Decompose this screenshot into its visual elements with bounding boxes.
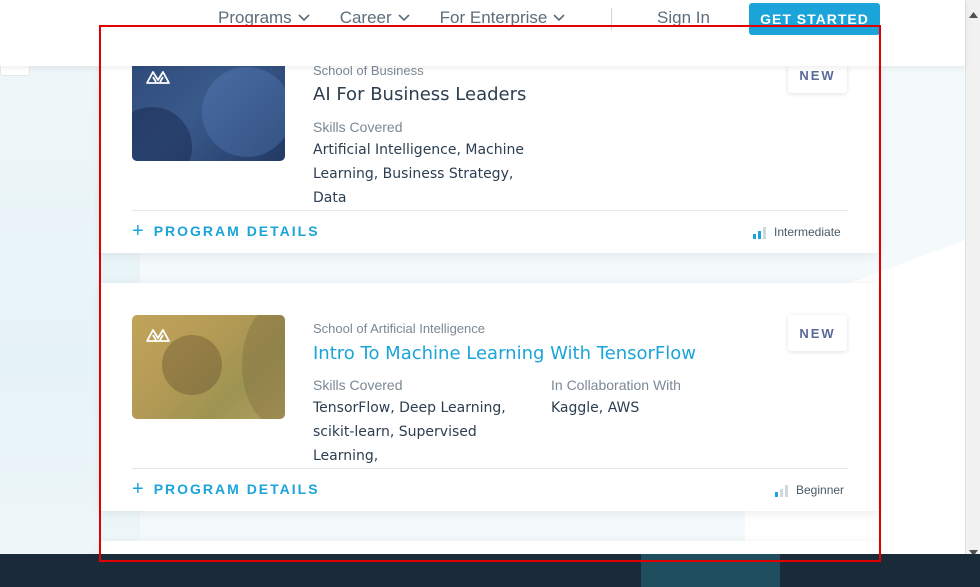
scroll-track[interactable] [969, 20, 978, 530]
nav-divider [611, 8, 612, 30]
chevron-down-icon [553, 14, 565, 22]
side-tab[interactable] [0, 66, 30, 76]
card-divider [132, 210, 848, 211]
collaboration-partners: Kaggle, AWS [551, 400, 640, 416]
nav-career[interactable]: Career [340, 8, 410, 28]
nav-for-enterprise[interactable]: For Enterprise [440, 8, 566, 28]
nav-enterprise-label: For Enterprise [439, 8, 548, 27]
plus-icon: + [132, 478, 144, 500]
chevron-down-icon [398, 14, 410, 22]
program-details-label: PROGRAM DETAILS [153, 481, 320, 497]
level-bar [775, 492, 778, 497]
level-bar [785, 485, 788, 497]
main-nav: Programs Career For Enterprise [218, 8, 565, 28]
level-bars-icon [775, 485, 788, 497]
skills-heading: Skills Covered [313, 377, 403, 393]
program-details-label: PROGRAM DETAILS [153, 223, 320, 239]
skills-list: Artificial Intelligence, Machine Learnin… [313, 142, 524, 206]
card-divider [132, 468, 848, 469]
top-header: Programs Career For Enterprise Sign In G… [0, 0, 965, 66]
school-name: School of Artificial Intelligence [313, 321, 485, 336]
nav-programs-label: Programs [218, 8, 292, 27]
udacity-logo-icon [146, 69, 170, 88]
level-bar [763, 227, 766, 239]
program-thumbnail[interactable] [132, 57, 285, 161]
difficulty-level: Intermediate [753, 225, 841, 239]
get-started-button[interactable]: GET STARTED [749, 3, 880, 35]
program-card: School of Business AI For Business Leade… [101, 40, 878, 253]
level-bar [758, 231, 761, 239]
level-bar [753, 234, 756, 239]
new-badge: NEW [788, 315, 847, 351]
level-bar [780, 489, 783, 497]
nav-career-label: Career [339, 8, 392, 27]
skills-list: TensorFlow, Deep Learning, scikit-learn,… [313, 400, 506, 464]
plus-icon: + [132, 220, 144, 242]
program-title[interactable]: Intro To Machine Learning With TensorFlo… [313, 343, 696, 364]
taskbar-active-segment[interactable] [641, 554, 780, 587]
nav-programs[interactable]: Programs [218, 8, 310, 28]
vertical-scrollbar[interactable] [965, 0, 980, 567]
skills-heading: Skills Covered [313, 119, 403, 135]
level-label: Beginner [796, 483, 845, 497]
level-label: Intermediate [774, 225, 841, 239]
level-bars-icon [753, 227, 766, 239]
program-card: School of Artificial Intelligence Intro … [101, 283, 878, 511]
sign-in-link[interactable]: Sign In [657, 8, 710, 28]
program-thumbnail[interactable] [132, 315, 285, 419]
program-title[interactable]: AI For Business Leaders [313, 84, 526, 105]
program-details-toggle[interactable]: + PROGRAM DETAILS [132, 479, 320, 499]
difficulty-level: Beginner [775, 483, 844, 497]
program-details-toggle[interactable]: + PROGRAM DETAILS [132, 221, 320, 241]
bottom-taskbar [0, 554, 980, 587]
udacity-logo-icon [146, 327, 170, 346]
collaboration-heading: In Collaboration With [551, 377, 681, 393]
chevron-down-icon [298, 14, 310, 22]
